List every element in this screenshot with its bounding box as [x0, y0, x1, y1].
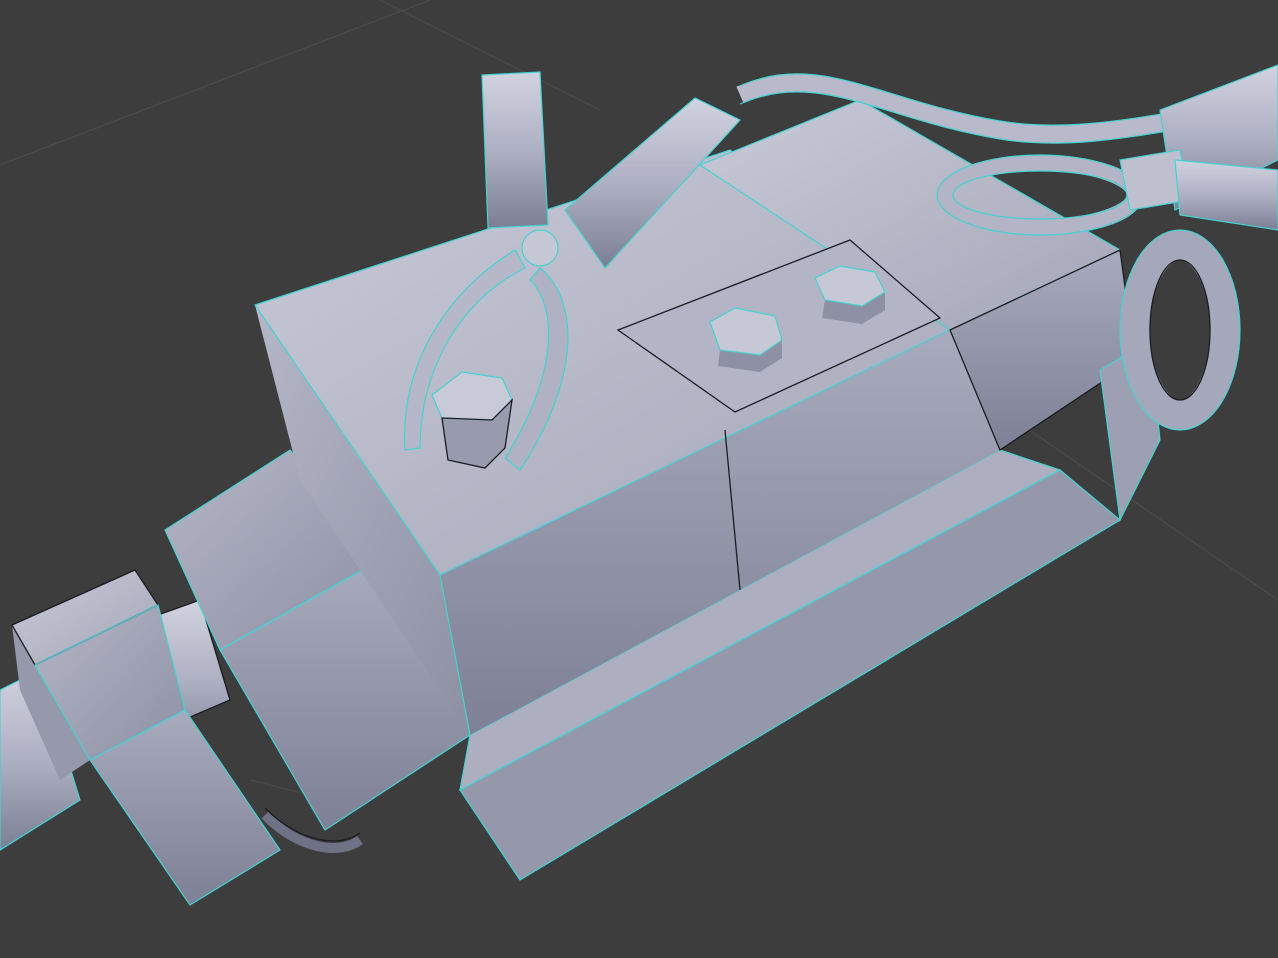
battery-box[interactable] [164, 99, 1161, 881]
hex-bolt-2[interactable] [814, 265, 886, 324]
3d-viewport[interactable] [0, 0, 1278, 958]
hex-bolt-1[interactable] [709, 307, 783, 372]
cable-ring[interactable] [1119, 229, 1241, 431]
viewport-scene[interactable] [0, 0, 1278, 958]
